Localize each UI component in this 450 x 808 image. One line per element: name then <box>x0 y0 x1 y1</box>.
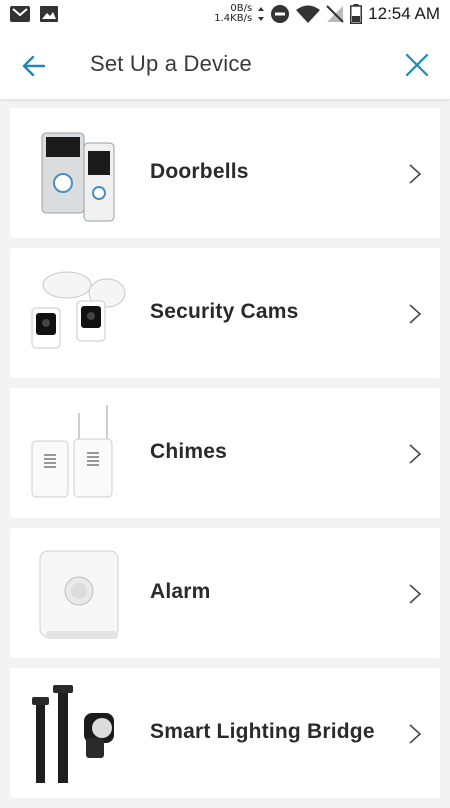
status-right: 0B/s 1.4KB/s 12:54 AM <box>214 4 440 24</box>
chevron-right-icon <box>409 164 422 184</box>
alarm-icon <box>39 550 119 639</box>
status-left <box>10 6 58 22</box>
device-label: Doorbells <box>150 160 249 183</box>
gmail-icon <box>10 6 30 22</box>
battery-icon <box>350 4 363 24</box>
device-label: Security Cams <box>150 300 299 323</box>
do-not-disturb-icon <box>271 5 290 23</box>
device-item-alarm[interactable]: Alarm <box>10 528 440 658</box>
chime-icon <box>31 405 113 498</box>
status-bar: 0B/s 1.4KB/s 12:54 AM <box>0 0 450 30</box>
network-speed: 0B/s 1.4KB/s <box>214 4 252 24</box>
device-label: Alarm <box>150 580 211 603</box>
security-cam-icon <box>31 271 126 349</box>
device-label: Chimes <box>150 440 228 463</box>
clock: 12:54 AM <box>368 4 440 23</box>
device-item-chimes[interactable]: Chimes <box>10 388 440 518</box>
app-header: Set Up a Device <box>0 30 450 100</box>
chevron-right-icon <box>409 724 422 744</box>
device-item-doorbells[interactable]: Doorbells <box>10 108 440 238</box>
device-item-security-cams[interactable]: Security Cams <box>10 248 440 378</box>
device-item-smart-lighting-bridge[interactable]: Smart Lighting Bridge <box>10 668 440 798</box>
download-speed: 1.4KB/s <box>214 13 253 24</box>
chevron-right-icon <box>409 444 422 464</box>
doorbell-icon <box>41 132 115 222</box>
wifi-icon <box>296 5 321 23</box>
photo-icon <box>40 6 58 22</box>
chevron-right-icon <box>409 304 422 324</box>
page-title: Set Up a Device <box>90 51 252 76</box>
arrow-left-icon[interactable] <box>20 52 48 80</box>
device-label: Smart Lighting Bridge <box>150 720 375 743</box>
no-signal-icon <box>326 5 344 23</box>
chevron-right-icon <box>409 584 422 604</box>
close-icon[interactable] <box>404 52 430 78</box>
lighting-bridge-icon <box>32 685 114 783</box>
device-list: Doorbells Security Cams Chimes Alarm Sma… <box>10 108 440 808</box>
transfer-arrows-icon <box>258 7 265 21</box>
